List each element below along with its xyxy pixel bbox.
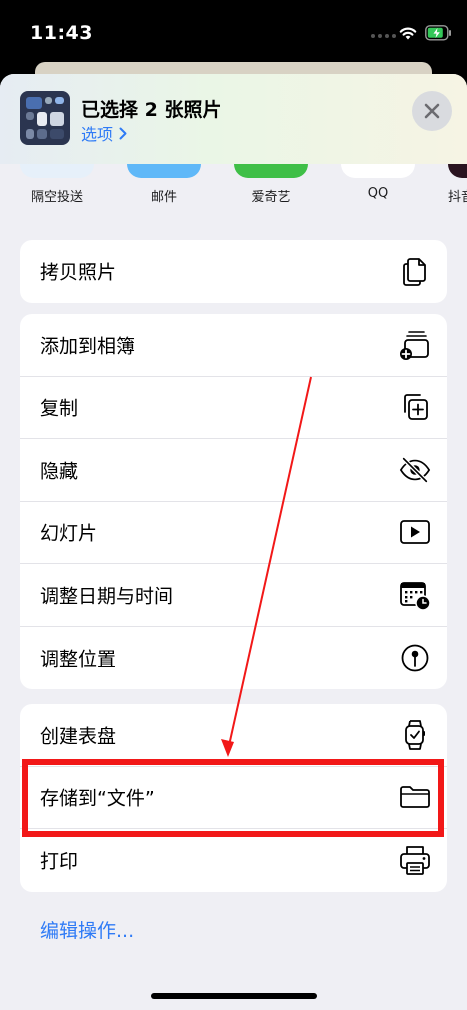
- print-label: 打印: [40, 850, 79, 873]
- hide-action[interactable]: 隐藏: [20, 439, 447, 502]
- share-apps-row: 隔空投送 邮件 爱奇艺 QQ 抖音: [0, 164, 467, 208]
- add-to-album-label: 添加到相簿: [40, 335, 136, 358]
- iqiyi-label: 爱奇艺: [251, 190, 291, 205]
- print-action[interactable]: 打印: [20, 829, 447, 892]
- qq-label: QQ: [367, 186, 389, 201]
- create-watch-face-action[interactable]: 创建表盘: [20, 704, 447, 767]
- selected-photos-thumbnail: [20, 91, 70, 145]
- mail-app-icon[interactable]: [127, 164, 201, 178]
- close-button[interactable]: [412, 91, 452, 131]
- annotation-highlight-box: [22, 759, 444, 837]
- slideshow-label: 幻灯片: [40, 522, 98, 545]
- douyin-label: 抖音: [448, 190, 467, 205]
- copy-photos-icon: [399, 255, 431, 287]
- options-label: 选项: [81, 125, 114, 144]
- add-to-album-action[interactable]: 添加到相簿: [20, 314, 447, 377]
- copy-photos-label: 拷贝照片: [40, 261, 117, 284]
- duplicate-action[interactable]: 复制: [20, 377, 447, 439]
- printer-icon: [399, 844, 431, 876]
- adjust-location-label: 调整位置: [40, 648, 117, 671]
- create-watch-face-label: 创建表盘: [40, 725, 117, 748]
- action-group-copy: 拷贝照片: [20, 240, 447, 303]
- adjust-location-action[interactable]: 调整位置: [20, 627, 447, 690]
- wifi-icon: [399, 27, 417, 40]
- douyin-app-icon[interactable]: [448, 164, 467, 178]
- edit-actions-link[interactable]: 编辑操作...: [40, 916, 134, 943]
- iqiyi-app-icon[interactable]: [234, 164, 308, 178]
- adjust-date-time-label: 调整日期与时间: [40, 585, 174, 608]
- status-bar: 11:43: [0, 0, 467, 70]
- close-icon: [424, 103, 440, 119]
- chevron-right-icon: [119, 127, 127, 139]
- selection-title: 已选择 2 张照片: [81, 99, 222, 121]
- home-indicator[interactable]: [151, 993, 317, 999]
- status-time: 11:43: [30, 22, 93, 44]
- share-sheet-header: 已选择 2 张照片 选项: [0, 74, 467, 164]
- duplicate-icon: [399, 391, 431, 423]
- location-pin-icon: [399, 642, 431, 674]
- action-group-photo: 添加到相簿 复制 隐藏 幻灯片 调整日期与时间 调整位置: [20, 314, 447, 689]
- add-to-album-icon: [399, 329, 431, 361]
- watch-icon: [399, 719, 431, 751]
- calendar-clock-icon: [399, 579, 431, 611]
- slideshow-play-icon: [399, 516, 431, 548]
- battery-charging-icon: [425, 25, 451, 41]
- duplicate-label: 复制: [40, 397, 79, 420]
- slideshow-action[interactable]: 幻灯片: [20, 502, 447, 564]
- share-sheet: 已选择 2 张照片 选项 隔空投送 邮件 爱奇艺 QQ 抖音 拷贝照片: [0, 74, 467, 1010]
- airdrop-label: 隔空投送: [30, 190, 83, 205]
- qq-app-icon[interactable]: [341, 164, 415, 178]
- airdrop-app-icon[interactable]: [20, 164, 94, 178]
- hide-eye-slash-icon: [399, 454, 431, 486]
- mail-label: 邮件: [150, 190, 177, 205]
- copy-photos-action[interactable]: 拷贝照片: [20, 240, 447, 303]
- options-link[interactable]: 选项: [81, 121, 127, 145]
- adjust-date-time-action[interactable]: 调整日期与时间: [20, 564, 447, 627]
- hide-label: 隐藏: [40, 460, 79, 483]
- cellular-signal-icon: [371, 34, 396, 38]
